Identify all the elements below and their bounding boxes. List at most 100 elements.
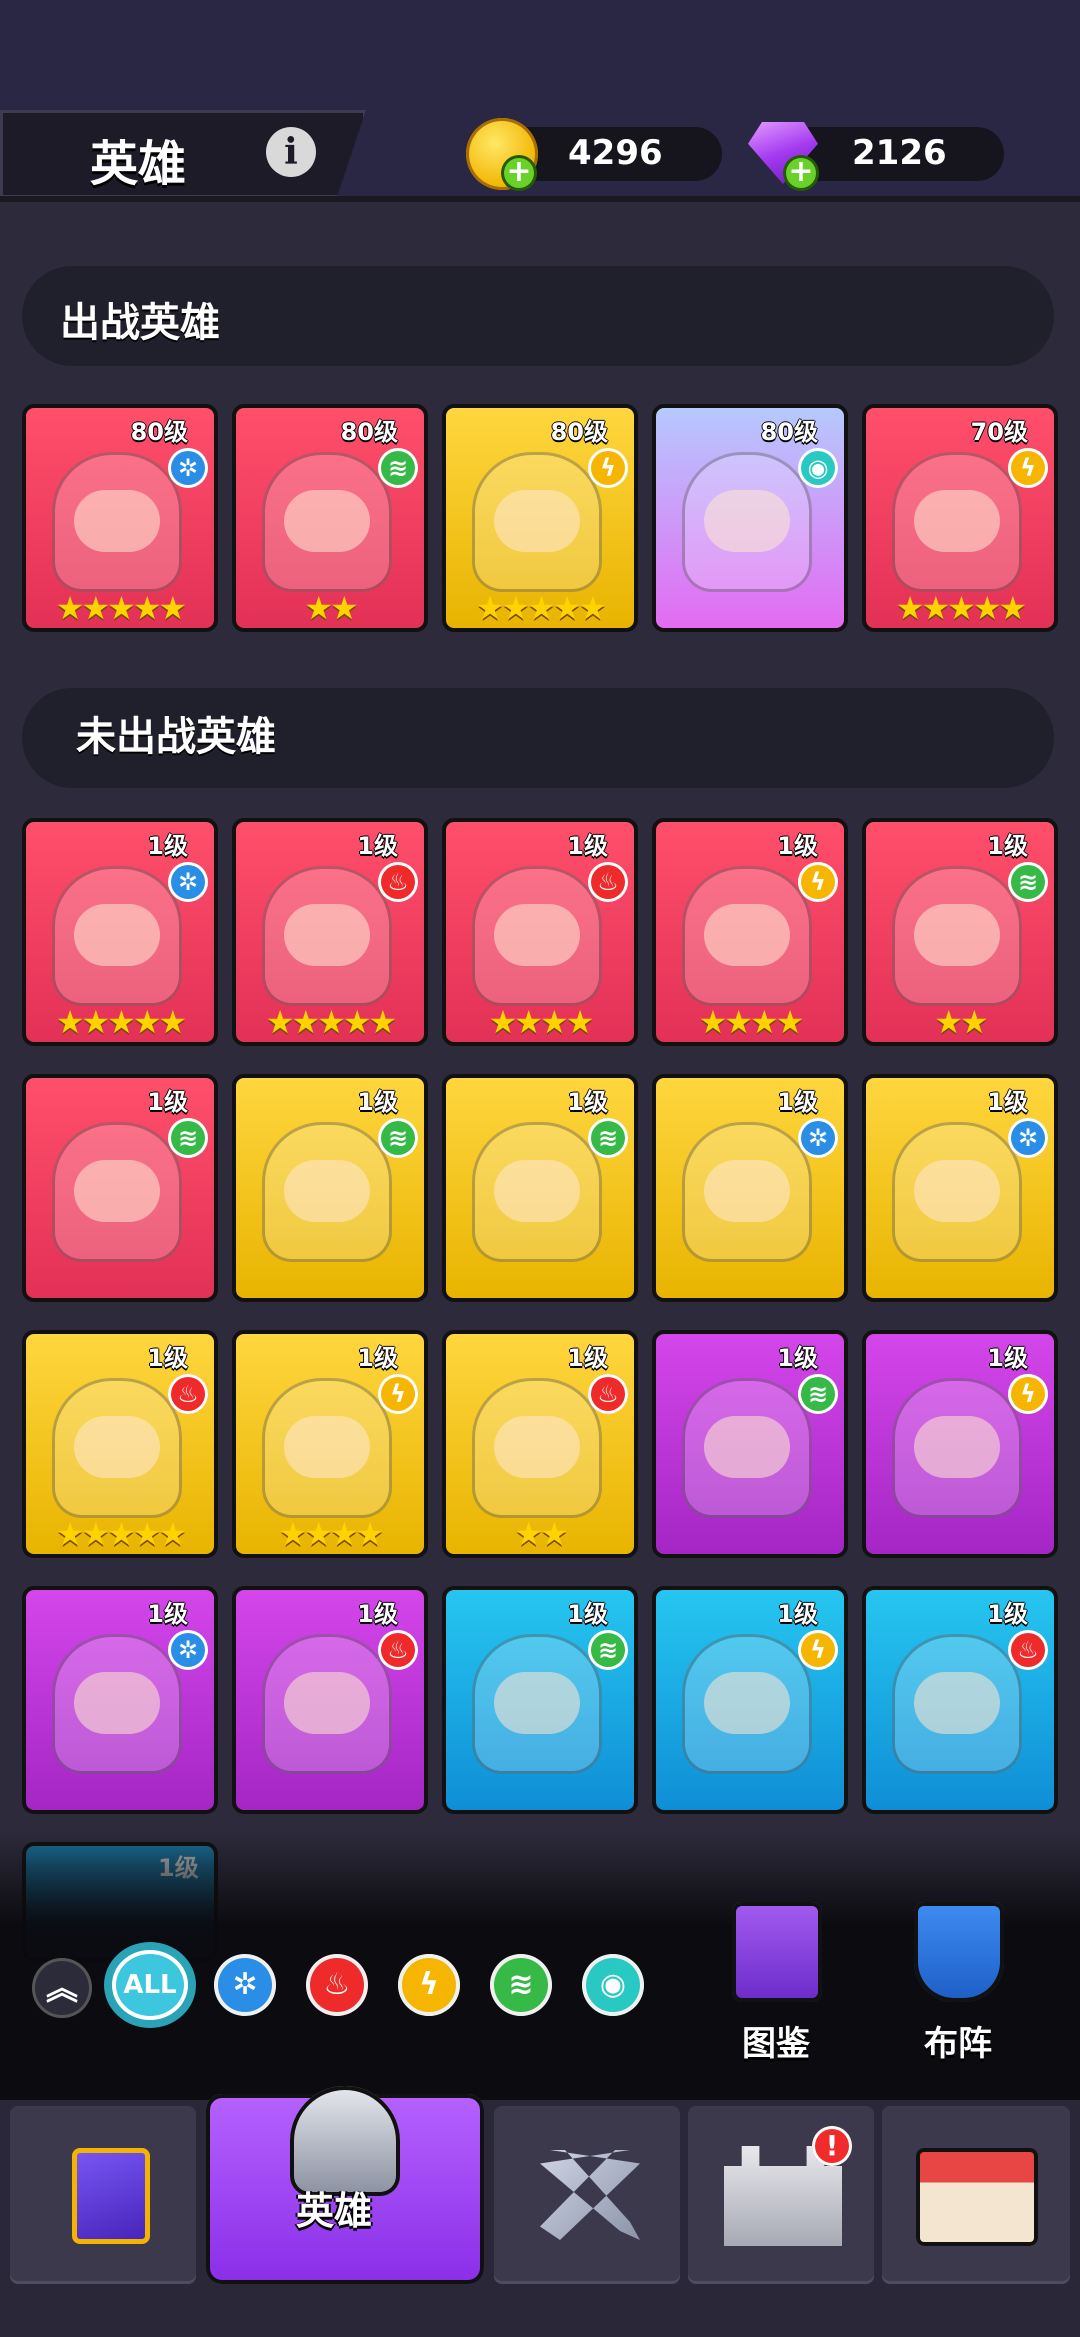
hero-card[interactable]: 1级 ✲ xyxy=(22,1586,218,1814)
shop-icon xyxy=(916,2148,1038,2246)
hero-face xyxy=(494,904,580,966)
hero-level: 1级 xyxy=(987,1344,1028,1372)
hero-card[interactable]: 1级 ϟ ★★★★ xyxy=(652,818,848,1046)
hero-level: 1级 xyxy=(567,1600,608,1628)
hero-card[interactable]: 1级 ✲ xyxy=(862,1074,1058,1302)
hero-card[interactable]: 1级 ♨ ★★ xyxy=(442,1330,638,1558)
add-coins-icon[interactable]: + xyxy=(504,157,534,188)
tab-battle[interactable] xyxy=(494,2106,680,2284)
hero-card[interactable]: 1级 ϟ xyxy=(652,1586,848,1814)
hero-card[interactable]: 1级 ≋ xyxy=(442,1074,638,1302)
hero-card[interactable]: 80级 ϟ ★★★★★ xyxy=(442,404,638,632)
hero-level: 1级 xyxy=(567,1344,608,1372)
hero-level: 70级 xyxy=(970,418,1028,446)
hero-level: 1级 xyxy=(357,1344,398,1372)
wind-element-icon: ≋ xyxy=(378,1118,418,1158)
hero-card[interactable]: 1级 ϟ ★★★★ xyxy=(232,1330,428,1558)
codex-book-icon[interactable] xyxy=(732,1902,822,2002)
hero-card[interactable]: 1级 ϟ xyxy=(862,1330,1058,1558)
gem-amount: 2126 xyxy=(852,133,947,173)
hero-face xyxy=(704,1160,790,1222)
hero-face xyxy=(74,1160,160,1222)
hero-face xyxy=(704,490,790,552)
filter-wind-icon[interactable]: ≋ xyxy=(490,1954,552,2016)
filter-eye-icon[interactable]: ◉ xyxy=(582,1954,644,2016)
hero-card[interactable]: 80级 ≋ ★★ xyxy=(232,404,428,632)
hero-face xyxy=(284,490,370,552)
hero-card[interactable]: 1级 ≋ xyxy=(442,1586,638,1814)
hero-level: 1级 xyxy=(777,1088,818,1116)
hero-level: 1级 xyxy=(987,1088,1028,1116)
hero-stars: ★★★★★ xyxy=(55,589,187,627)
hero-stars: ★★★★★ xyxy=(55,1515,187,1553)
notification-badge: ! xyxy=(812,2126,852,2166)
hero-level: 1级 xyxy=(147,1600,188,1628)
fire-element-icon: ♨ xyxy=(378,1630,418,1670)
info-icon[interactable]: i xyxy=(266,127,316,177)
hero-level: 80级 xyxy=(340,418,398,446)
double-chevron-up-icon[interactable]: ︽ xyxy=(32,1958,92,2018)
filter-lightning-icon[interactable]: ϟ xyxy=(398,1954,460,2016)
fire-element-icon: ♨ xyxy=(1008,1630,1048,1670)
hero-stars: ★★★★★ xyxy=(265,1003,397,1041)
header-divider xyxy=(0,196,1080,202)
ice-element-icon: ✲ xyxy=(168,862,208,902)
hero-stars: ★★★★ xyxy=(278,1515,385,1553)
formation-button-label[interactable]: 布阵 xyxy=(924,2016,992,2065)
hero-face xyxy=(494,490,580,552)
hero-level: 1级 xyxy=(987,832,1028,860)
hero-level: 1级 xyxy=(357,832,398,860)
hero-card[interactable]: 1级 ✲ xyxy=(652,1074,848,1302)
fire-element-icon: ♨ xyxy=(168,1374,208,1414)
hero-face xyxy=(494,1160,580,1222)
hero-card[interactable]: 1级 ✲ ★★★★★ xyxy=(22,818,218,1046)
lightning-element-icon: ϟ xyxy=(588,448,628,488)
card-icon xyxy=(72,2148,150,2244)
fire-element-icon: ♨ xyxy=(588,1374,628,1414)
hero-face xyxy=(914,1672,1000,1734)
filter-ice-icon[interactable]: ✲ xyxy=(214,1954,276,2016)
hero-face xyxy=(914,1416,1000,1478)
formation-shield-icon[interactable] xyxy=(914,1902,1004,2002)
hero-card[interactable]: 1级 ♨ xyxy=(232,1586,428,1814)
hero-level: 80级 xyxy=(130,418,188,446)
hero-face xyxy=(494,1672,580,1734)
hero-level: 1级 xyxy=(777,1600,818,1628)
wind-element-icon: ≋ xyxy=(378,448,418,488)
hero-card[interactable]: 80级 ◉ xyxy=(652,404,848,632)
ice-element-icon: ✲ xyxy=(1008,1118,1048,1158)
filter-fire-icon[interactable]: ♨ xyxy=(306,1954,368,2016)
hero-face xyxy=(284,1416,370,1478)
hero-level: 1级 xyxy=(357,1088,398,1116)
coin-amount: 4296 xyxy=(568,133,663,173)
codex-button-label[interactable]: 图鉴 xyxy=(742,2016,810,2065)
hero-level: 1级 xyxy=(987,1600,1028,1628)
hero-card[interactable]: 1级 ♨ ★★★★★ xyxy=(22,1330,218,1558)
filter-all-button[interactable]: ALL xyxy=(112,1950,188,2020)
hero-card[interactable]: 1级 ≋ ★★ xyxy=(862,818,1058,1046)
hero-level: 1级 xyxy=(567,1088,608,1116)
hero-level: 1级 xyxy=(567,832,608,860)
hero-level: 1级 xyxy=(147,1088,188,1116)
wind-element-icon: ≋ xyxy=(1008,862,1048,902)
lightning-element-icon: ϟ xyxy=(798,1630,838,1670)
tab-heroes-label: 英雄 xyxy=(296,2189,373,2233)
lightning-element-icon: ϟ xyxy=(378,1374,418,1414)
hero-card[interactable]: 1级 ≋ xyxy=(232,1074,428,1302)
hero-card[interactable]: 80级 ✲ ★★★★★ xyxy=(22,404,218,632)
add-gems-icon[interactable]: + xyxy=(786,157,816,188)
lightning-element-icon: ϟ xyxy=(1008,1374,1048,1414)
hero-card[interactable]: 1级 ♨ xyxy=(862,1586,1058,1814)
hero-card[interactable]: 1级 ≋ xyxy=(22,1074,218,1302)
wind-element-icon: ≋ xyxy=(588,1630,628,1670)
undeployed-section-title: 未出战英雄 xyxy=(76,714,276,760)
hero-card[interactable]: 1级 ♨ ★★★★ xyxy=(442,818,638,1046)
hero-stars: ★★ xyxy=(934,1003,988,1041)
hero-card[interactable]: 1级 ≋ xyxy=(652,1330,848,1558)
deployed-section-title: 出战英雄 xyxy=(60,300,220,346)
wind-element-icon: ≋ xyxy=(168,1118,208,1158)
hero-card[interactable]: 70级 ϟ ★★★★★ xyxy=(862,404,1058,632)
hero-card[interactable]: 1级 ♨ ★★★★★ xyxy=(232,818,428,1046)
fire-element-icon: ♨ xyxy=(378,862,418,902)
hero-stars: ★★★★★ xyxy=(475,589,607,627)
